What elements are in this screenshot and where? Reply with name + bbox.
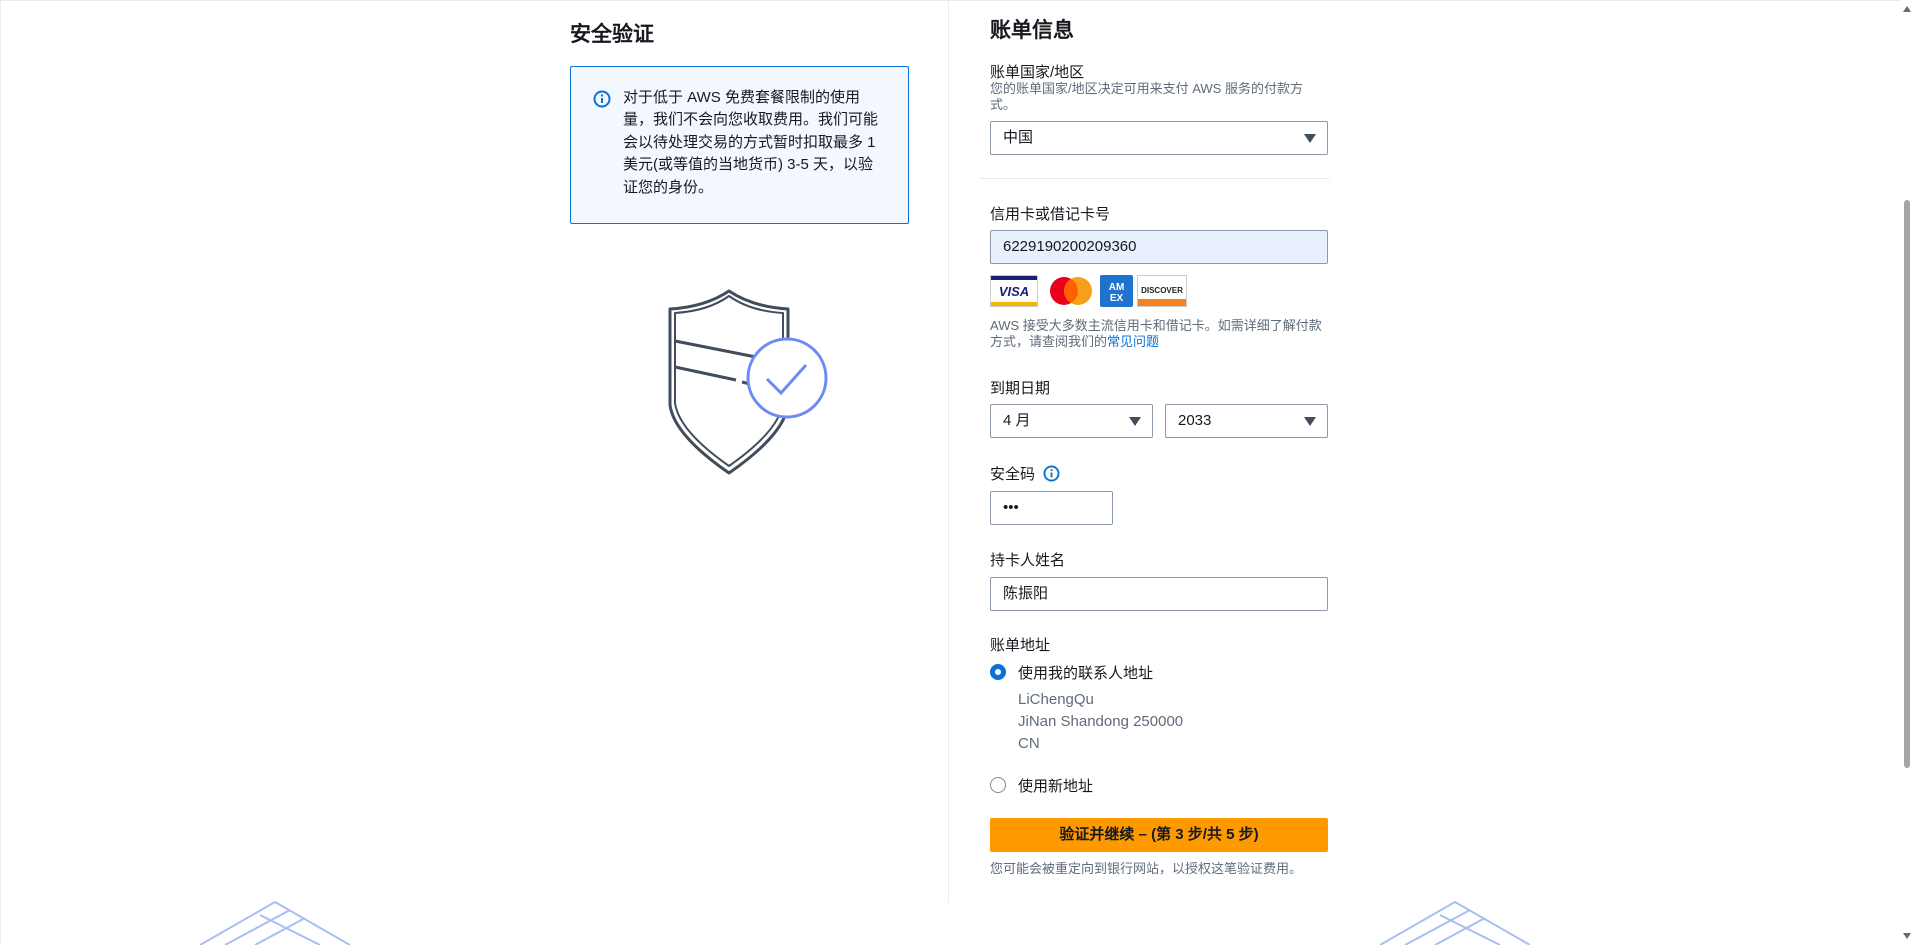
security-code-value: ••• bbox=[1003, 499, 1019, 516]
shield-check-illustration bbox=[660, 285, 860, 480]
use-new-address-radio[interactable] bbox=[990, 777, 1006, 793]
verify-continue-button[interactable]: 验证并继续 – (第 3 步/共 5 步) bbox=[990, 818, 1328, 852]
faq-link[interactable]: 常见问题 bbox=[1107, 334, 1159, 349]
billing-country-label: 账单国家/地区 bbox=[990, 64, 1085, 81]
card-number-value: 6229190200209360 bbox=[1003, 238, 1137, 255]
billing-address-label: 账单地址 bbox=[990, 637, 1051, 654]
scroll-down-icon[interactable] bbox=[1903, 933, 1911, 939]
cardholder-name-label: 持卡人姓名 bbox=[990, 552, 1066, 569]
security-code-label: 安全码 bbox=[990, 463, 1060, 486]
use-contact-address-label[interactable]: 使用我的联系人地址 bbox=[1018, 662, 1153, 683]
scroll-up-icon[interactable] bbox=[1903, 6, 1911, 12]
security-code-label-text: 安全码 bbox=[990, 466, 1036, 483]
billing-country-select[interactable]: 中国 bbox=[990, 121, 1328, 155]
cardholder-name-value: 陈振阳 bbox=[1003, 585, 1049, 602]
visa-logo-text: VISA bbox=[999, 284, 1029, 299]
discover-logo-icon: DISCOVER bbox=[1137, 275, 1187, 307]
security-verification-title: 安全验证 bbox=[570, 23, 654, 46]
billing-info-title: 账单信息 bbox=[990, 19, 1074, 42]
page-frame bbox=[0, 0, 1900, 945]
address-line: LiChengQu bbox=[1018, 691, 1094, 708]
bank-redirect-note: 您可能会被重定向到银行网站，以授权这笔验证费用。 bbox=[990, 861, 1303, 876]
mastercard-logo-icon bbox=[1046, 275, 1096, 307]
card-accepted-note: AWS 接受大多数主流信用卡和借记卡。如需详细了解付款方式，请查阅我们的常见问题 bbox=[990, 318, 1326, 350]
billing-country-description: 您的账单国家/地区决定可用来支付 AWS 服务的付款方式。 bbox=[990, 81, 1303, 112]
cardholder-name-input[interactable]: 陈振阳 bbox=[990, 577, 1328, 611]
chevron-down-icon bbox=[1304, 417, 1316, 426]
svg-text:EX: EX bbox=[1110, 293, 1124, 304]
card-number-label: 信用卡或借记卡号 bbox=[990, 206, 1111, 223]
column-divider bbox=[948, 0, 949, 903]
expiry-month-select[interactable]: 4 月 bbox=[990, 404, 1153, 438]
amex-logo-icon: AM EX bbox=[1100, 275, 1133, 307]
card-number-input[interactable]: 6229190200209360 bbox=[990, 230, 1328, 264]
info-icon bbox=[593, 90, 611, 108]
billing-country-value: 中国 bbox=[1003, 129, 1034, 146]
chevron-down-icon bbox=[1304, 134, 1316, 143]
visa-logo-icon: VISA bbox=[990, 275, 1038, 307]
use-new-address-label[interactable]: 使用新地址 bbox=[1018, 775, 1093, 796]
address-line: JiNan Shandong 250000 bbox=[1018, 713, 1184, 730]
background-decoration-right bbox=[1379, 900, 1531, 946]
expiry-month-value: 4 月 bbox=[1003, 412, 1031, 429]
expiry-date-label: 到期日期 bbox=[990, 380, 1051, 397]
chevron-down-icon bbox=[1129, 417, 1141, 426]
info-icon[interactable] bbox=[1043, 465, 1060, 486]
security-code-input[interactable]: ••• bbox=[990, 491, 1113, 525]
info-alert: 对于低于 AWS 免费套餐限制的使用量，我们不会向您收取费用。我们可能会以待处理… bbox=[570, 66, 909, 224]
background-decoration-left bbox=[199, 900, 351, 946]
section-divider bbox=[979, 178, 1330, 179]
info-alert-text: 对于低于 AWS 免费套餐限制的使用量，我们不会向您收取费用。我们可能会以待处理… bbox=[623, 89, 879, 196]
address-line: CN bbox=[1018, 735, 1040, 752]
expiry-year-select[interactable]: 2033 bbox=[1165, 404, 1328, 438]
scrollbar-thumb[interactable] bbox=[1904, 200, 1910, 768]
use-contact-address-radio[interactable] bbox=[990, 664, 1006, 680]
expiry-year-value: 2033 bbox=[1178, 412, 1212, 429]
vertical-scrollbar[interactable] bbox=[1900, 0, 1914, 945]
discover-logo-text: DISCOVER bbox=[1141, 286, 1183, 295]
svg-text:AM: AM bbox=[1109, 282, 1125, 293]
